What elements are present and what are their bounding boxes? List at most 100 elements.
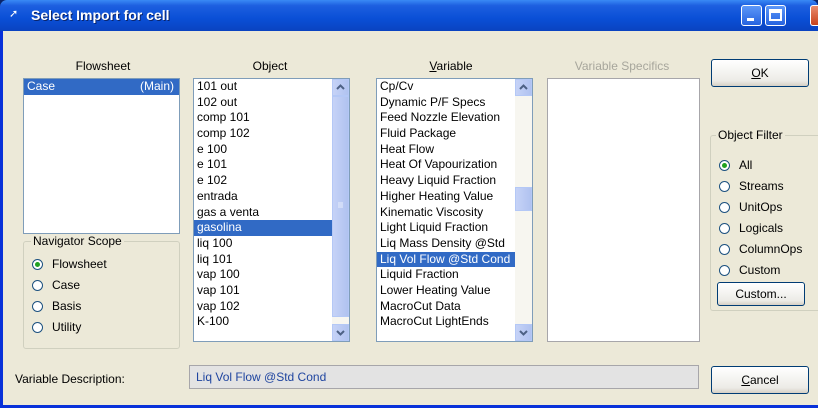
radio-label: Basis [52, 299, 82, 313]
radio-custom[interactable]: Custom [719, 262, 780, 278]
radio-button-icon[interactable] [32, 279, 43, 291]
radio-utility[interactable]: Utility [32, 319, 81, 335]
list-item[interactable]: gas a venta [194, 205, 349, 221]
list-item[interactable]: comp 102 [194, 126, 349, 142]
variable-list[interactable]: Cp/Cv Dynamic P/F Specs Feed Nozzle Elevat… [376, 78, 533, 342]
list-item[interactable]: Liq Vol Flow @Std Cond [377, 251, 532, 268]
navigator-scope-title: Navigator Scope [31, 234, 124, 248]
list-item[interactable]: Case (Main) [24, 79, 179, 95]
maximize-button[interactable] [765, 5, 786, 26]
radio-label: UnitOps [739, 200, 783, 214]
list-item[interactable]: MacroCut LightEnds [377, 314, 532, 330]
variable-scrollbar[interactable] [515, 79, 532, 341]
variable-specifics-header: Variable Specifics [574, 59, 670, 73]
list-item[interactable]: Feed Nozzle Elevation [377, 110, 532, 126]
radio-button-icon[interactable] [32, 300, 43, 312]
radio-button-icon[interactable] [719, 201, 730, 213]
scroll-up-button[interactable] [332, 79, 349, 96]
scroll-thumb[interactable] [515, 187, 532, 211]
radio-all[interactable]: All [719, 157, 752, 173]
navigator-scope-group: Navigator Scope Flowsheet Case Basis Utilit… [23, 234, 180, 349]
radio-button-icon[interactable] [719, 159, 730, 171]
object-list[interactable]: 101 out 102 out comp 101 comp 102 e 100 e 101… [193, 78, 350, 342]
scroll-up-button[interactable] [515, 79, 532, 96]
list-item[interactable]: liq 101 [194, 252, 349, 268]
variable-header: Variable [376, 59, 526, 73]
radio-button-icon[interactable] [719, 180, 730, 192]
arrow-icon: ➚ [9, 8, 19, 20]
list-item[interactable]: Lower Heating Value [377, 283, 532, 299]
object-filter-group: Object Filter All Streams UnitOps Logicals C… [710, 128, 818, 311]
radio-label: Case [52, 278, 81, 292]
object-items: 101 out 102 out comp 101 comp 102 e 100 e 101… [194, 79, 349, 330]
list-item[interactable]: 102 out [194, 95, 349, 111]
list-item[interactable]: e 100 [194, 142, 349, 158]
list-item[interactable]: Liquid Fraction [377, 267, 532, 283]
radio-button-icon[interactable] [32, 258, 43, 270]
variable-header-rest: ariable [436, 59, 473, 73]
list-item[interactable]: Higher Heating Value [377, 189, 532, 205]
radio-button-icon[interactable] [719, 222, 730, 234]
object-filter-title: Object Filter [716, 128, 785, 142]
radio-flowsheet[interactable]: Flowsheet [32, 256, 107, 272]
cancel-button[interactable]: Cancel [711, 366, 809, 394]
radio-unitops[interactable]: UnitOps [719, 199, 782, 215]
chevron-down-icon [336, 330, 345, 336]
radio-case[interactable]: Case [32, 277, 80, 293]
list-item[interactable]: Fluid Package [377, 126, 532, 142]
minimize-icon [747, 18, 754, 21]
radio-button-icon[interactable] [32, 321, 43, 333]
scroll-down-button[interactable] [332, 324, 349, 341]
list-item[interactable]: Cp/Cv [377, 79, 532, 95]
scroll-thumb[interactable] [332, 96, 349, 317]
variable-description-label: Variable Description: [15, 372, 125, 386]
flowsheet-name: Case [27, 79, 56, 93]
list-item[interactable]: 101 out [194, 79, 349, 95]
list-item[interactable]: Heat Flow [377, 142, 532, 158]
list-item[interactable]: Dynamic P/F Specs [377, 95, 532, 111]
minimize-button[interactable] [741, 5, 762, 26]
radio-button-icon[interactable] [719, 264, 730, 276]
flowsheet-list[interactable]: Case (Main) [23, 78, 180, 234]
list-item[interactable]: Light Liquid Fraction [377, 220, 532, 236]
variable-specifics-list[interactable] [547, 78, 700, 342]
list-item[interactable]: Heat Of Vapourization [377, 157, 532, 173]
radio-button-icon[interactable] [719, 243, 730, 255]
close-button[interactable] [810, 5, 818, 26]
radio-logicals[interactable]: Logicals [719, 220, 783, 236]
list-item[interactable]: e 102 [194, 173, 349, 189]
radio-label: Custom [739, 263, 781, 277]
ok-accel: O [751, 66, 761, 80]
list-item[interactable]: Kinematic Viscosity [377, 205, 532, 221]
ok-button[interactable]: OK [711, 59, 809, 87]
maximize-icon [769, 9, 782, 21]
list-item[interactable]: entrada [194, 189, 349, 205]
list-item[interactable]: vap 101 [194, 283, 349, 299]
cancel-rest: ancel [749, 373, 779, 387]
list-item[interactable]: vap 100 [194, 267, 349, 283]
list-item[interactable]: e 101 [194, 157, 349, 173]
window-title: Select Import for cell [31, 7, 170, 23]
custom-filter-button[interactable]: Custom... [717, 282, 805, 306]
radio-streams[interactable]: Streams [719, 178, 784, 194]
object-scrollbar[interactable] [332, 79, 349, 341]
list-item[interactable]: Liq Mass Density @Std [377, 236, 532, 252]
chevron-down-icon [519, 330, 528, 336]
radio-label: All [739, 158, 753, 172]
chevron-up-icon [519, 84, 528, 90]
flowsheet-header: Flowsheet [75, 59, 131, 73]
list-item[interactable]: gasolina [194, 220, 349, 236]
list-item[interactable]: MacroCut Data [377, 299, 532, 315]
list-item[interactable]: vap 102 [194, 299, 349, 315]
list-item[interactable]: K-100 [194, 314, 349, 330]
list-item[interactable]: liq 100 [194, 236, 349, 252]
dialog-body: Flowsheet Object Variable Variable Speci… [3, 31, 818, 405]
radio-basis[interactable]: Basis [32, 298, 81, 314]
scroll-down-button[interactable] [515, 324, 532, 341]
variable-header-accel: V [429, 59, 437, 73]
title-bar[interactable]: ➚ Select Import for cell [0, 0, 818, 31]
list-item[interactable]: Heavy Liquid Fraction [377, 173, 532, 189]
radio-columnops[interactable]: ColumnOps [719, 241, 802, 257]
variable-items: Cp/Cv Dynamic P/F Specs Feed Nozzle Elevat… [377, 79, 532, 330]
list-item[interactable]: comp 101 [194, 110, 349, 126]
